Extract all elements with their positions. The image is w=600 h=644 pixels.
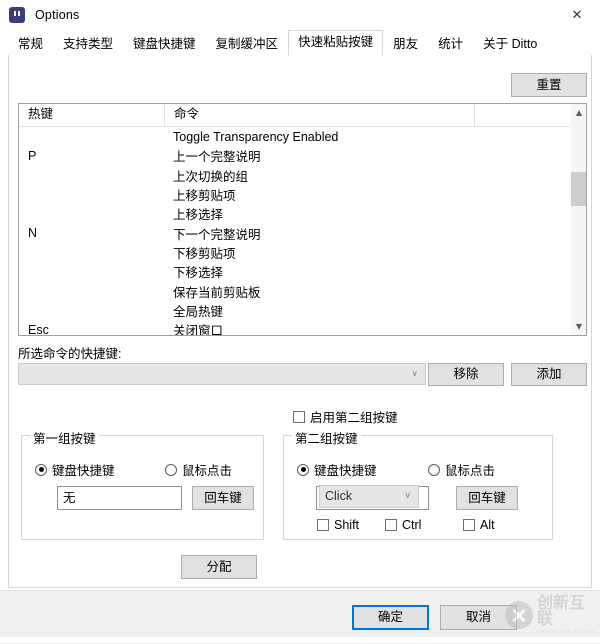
remove-button[interactable]: 移除 xyxy=(428,363,504,386)
table-row[interactable]: 下移剪贴项 xyxy=(19,243,586,262)
cell-command: 全局热键 xyxy=(173,304,224,319)
checkbox-box xyxy=(385,519,397,531)
assign-button[interactable]: 分配 xyxy=(181,555,257,579)
tab-copy-buffers[interactable]: 复制缓冲区 xyxy=(206,32,289,56)
cell-command: 上移剪贴项 xyxy=(173,189,236,204)
hotkey-list[interactable]: 热键 命令 Toggle Transparency Enabled P 上一个完… xyxy=(18,103,587,336)
hotkey-list-body: Toggle Transparency Enabled P 上一个完整说明 上次… xyxy=(19,127,586,336)
cell-command: 下移选择 xyxy=(173,266,224,281)
cancel-button[interactable]: 取消 xyxy=(440,605,517,630)
ok-button[interactable]: 确定 xyxy=(352,605,429,630)
table-row[interactable]: N 下一个完整说明 xyxy=(19,223,586,242)
second-key-set-title: 第二组按键 xyxy=(292,428,361,447)
window-title: Options xyxy=(35,8,80,22)
radio-dot xyxy=(428,463,440,476)
selected-command-shortcut-label: 所选命令的快捷键: xyxy=(18,347,122,361)
scrollbar-thumb[interactable] xyxy=(571,172,586,206)
tab-friends[interactable]: 朋友 xyxy=(383,32,428,56)
enter-key-button-2[interactable]: 回车键 xyxy=(456,486,518,510)
tab-strip: 常规 支持类型 键盘快捷键 复制缓冲区 快速粘贴按键 朋友 统计 关于 Ditt… xyxy=(0,30,600,56)
checkbox-ctrl[interactable]: Ctrl xyxy=(385,518,463,532)
title-bar: Options ✕ xyxy=(0,0,600,31)
ditto-quote-icon xyxy=(9,7,25,23)
reset-button[interactable]: 重置 xyxy=(511,73,587,97)
cell-hotkey: P xyxy=(28,148,37,163)
chevron-up-icon[interactable]: ▲ xyxy=(571,104,586,121)
radio-keyboard-shortcut-2[interactable]: 键盘快捷键 xyxy=(297,460,428,479)
checkbox-ctrl-label: Ctrl xyxy=(402,518,422,532)
chevron-down-icon[interactable]: ▼ xyxy=(571,318,586,335)
radio-mouse-click-2[interactable]: 鼠标点击 xyxy=(428,460,495,479)
column-header-hotkey[interactable]: 热键 xyxy=(19,104,164,126)
cell-command: Toggle Transparency Enabled xyxy=(173,129,339,144)
dialog-footer: 确定 取消 xyxy=(0,590,600,644)
shortcut-combobox[interactable]: ∨ xyxy=(18,363,426,385)
table-row[interactable]: P 上一个完整说明 xyxy=(19,146,586,165)
radio-mouse-click-2-label: 鼠标点击 xyxy=(445,464,496,478)
cell-command: 上移选择 xyxy=(173,208,224,223)
list-vertical-scrollbar[interactable]: ▲ ▼ xyxy=(570,104,586,335)
mouse-action-combobox-value: Click xyxy=(325,489,353,503)
second-key-set-group: 第二组按键 键盘快捷键 鼠标点击 Click ∨ 回车键 Shift Ctrl … xyxy=(283,428,553,540)
radio-keyboard-shortcut-1[interactable]: 键盘快捷键 xyxy=(35,460,165,479)
page-bottom-edge xyxy=(0,637,600,643)
cell-hotkey: N xyxy=(28,226,38,241)
first-key-input[interactable]: 无 xyxy=(57,486,182,510)
radio-mouse-click-1[interactable]: 鼠标点击 xyxy=(165,460,232,479)
first-key-set-radios: 键盘快捷键 鼠标点击 xyxy=(35,460,255,479)
cell-command: 上次切换的组 xyxy=(173,169,249,184)
radio-keyboard-shortcut-1-label: 键盘快捷键 xyxy=(52,464,115,478)
chevron-down-icon: ∨ xyxy=(411,369,418,379)
checkbox-shift[interactable]: Shift xyxy=(317,518,385,532)
radio-mouse-click-1-label: 鼠标点击 xyxy=(182,464,233,478)
column-header-command[interactable]: 命令 xyxy=(164,104,474,126)
radio-dot xyxy=(165,463,177,476)
cell-command: 下移剪贴项 xyxy=(173,246,236,261)
tab-statistics[interactable]: 统计 xyxy=(428,32,473,56)
tab-general[interactable]: 常规 xyxy=(8,32,53,56)
chevron-down-icon: ∨ xyxy=(404,491,411,501)
first-key-set-group: 第一组按键 键盘快捷键 鼠标点击 无 回车键 xyxy=(21,428,264,540)
table-row[interactable]: 上移选择 xyxy=(19,204,586,223)
checkbox-alt[interactable]: Alt xyxy=(463,518,495,532)
cell-hotkey: Esc xyxy=(28,322,49,336)
tab-keyboard-shortcuts[interactable]: 键盘快捷键 xyxy=(123,32,206,56)
radio-dot xyxy=(297,463,309,476)
checkbox-box xyxy=(317,519,329,531)
cell-command: 保存当前剪贴板 xyxy=(173,285,261,300)
close-icon[interactable]: ✕ xyxy=(554,0,600,30)
table-row[interactable]: 全局热键 xyxy=(19,301,586,320)
table-row[interactable]: 上次切换的组 xyxy=(19,166,586,185)
checkbox-box xyxy=(463,519,475,531)
table-row[interactable]: 保存当前剪贴板 xyxy=(19,281,586,300)
checkbox-shift-label: Shift xyxy=(334,518,360,532)
enable-second-set-label: 启用第二组按键 xyxy=(310,411,398,425)
tab-supported-types[interactable]: 支持类型 xyxy=(53,32,123,56)
radio-dot xyxy=(35,463,47,476)
tab-quick-paste-keys[interactable]: 快速粘贴按键 xyxy=(288,30,384,56)
table-row[interactable]: 上移剪贴项 xyxy=(19,185,586,204)
cell-command: 下一个完整说明 xyxy=(173,227,261,242)
table-row[interactable]: Toggle Transparency Enabled xyxy=(19,127,586,146)
add-button[interactable]: 添加 xyxy=(511,363,587,386)
tab-about-ditto[interactable]: 关于 Ditto xyxy=(473,32,547,56)
hotkey-list-header: 热键 命令 xyxy=(19,104,586,127)
enter-key-button-1[interactable]: 回车键 xyxy=(192,486,254,510)
enable-second-set-checkbox[interactable]: 启用第二组按键 xyxy=(293,407,398,426)
modifier-checkboxes: Shift Ctrl Alt xyxy=(317,518,495,532)
table-row[interactable]: Esc 关闭窗口 xyxy=(19,320,586,336)
mouse-action-combobox[interactable]: Click ∨ xyxy=(319,485,419,508)
cell-command: 上一个完整说明 xyxy=(173,150,261,165)
checkbox-box xyxy=(293,410,305,423)
tab-page-quick-paste-keys: 重置 热键 命令 Toggle Transparency Enabled P 上… xyxy=(8,55,592,588)
first-key-set-title: 第一组按键 xyxy=(30,428,99,447)
cell-command: 关闭窗口 xyxy=(173,324,224,336)
second-key-set-radios: 键盘快捷键 鼠标点击 xyxy=(297,460,544,479)
radio-keyboard-shortcut-2-label: 键盘快捷键 xyxy=(314,464,377,478)
table-row[interactable]: 下移选择 xyxy=(19,262,586,281)
checkbox-alt-label: Alt xyxy=(480,518,495,532)
